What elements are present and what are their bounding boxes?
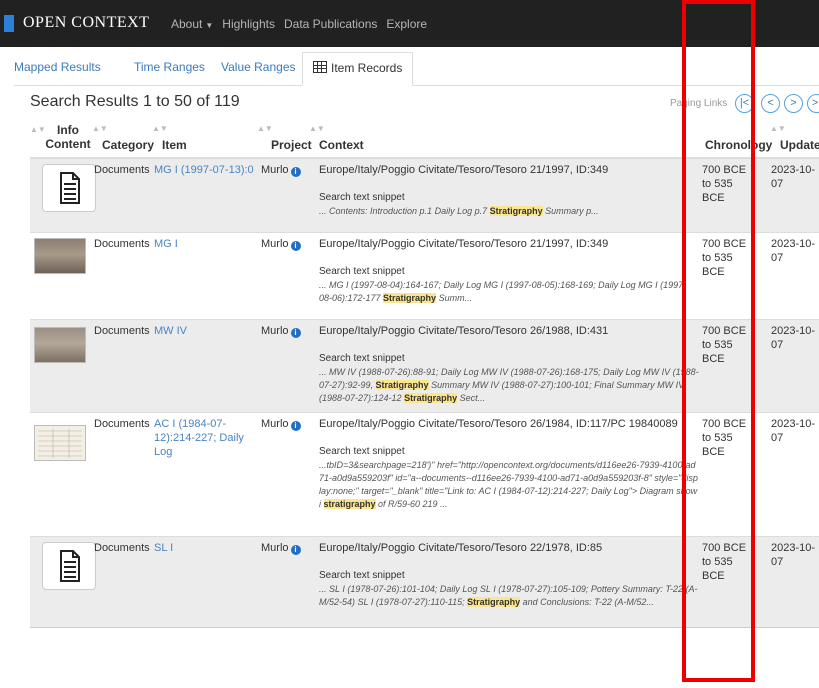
- info-icon[interactable]: i: [290, 167, 301, 177]
- context-cell: Europe/Italy/Poggio Civitate/Tesoro/Teso…: [319, 237, 699, 305]
- tab-item-records[interactable]: Item Records: [302, 52, 414, 86]
- snippet-label: Search text snippet: [319, 192, 405, 203]
- search-snippet: ...tbID=3&searchpage=218')" href="http:/…: [319, 459, 699, 511]
- snippet-text: Summ...: [436, 293, 473, 303]
- search-snippet: ... Contents: Introduction p.1 Daily Log…: [319, 205, 699, 218]
- context-cell: Europe/Italy/Poggio Civitate/Tesoro/Teso…: [319, 324, 699, 405]
- item-link[interactable]: MG I: [154, 237, 257, 251]
- search-snippet: ... SL I (1978-07-26):101-104; Daily Log…: [319, 583, 699, 609]
- project-name: Murlo: [261, 418, 289, 430]
- column-header-updated[interactable]: Updated: [780, 138, 819, 152]
- column-header-item[interactable]: Item: [162, 138, 187, 152]
- annotation-highlight-box: [682, 0, 755, 682]
- column-header-info-content[interactable]: Info Content: [38, 123, 98, 151]
- nav-highlights[interactable]: Highlights: [222, 17, 275, 31]
- project-name: Murlo: [261, 164, 289, 176]
- updated-cell: 2023-10-07: [771, 325, 816, 351]
- results-title: Search Results 1 to 50 of 119: [30, 93, 240, 110]
- document-photo[interactable]: [34, 238, 86, 274]
- next-page-button[interactable]: >: [784, 94, 803, 113]
- category-cell: Documents: [94, 325, 150, 337]
- nav-about-label: About: [171, 17, 203, 31]
- project-name: Murlo: [261, 325, 289, 337]
- updated-cell: 2023-10-07: [771, 164, 816, 190]
- column-header-context[interactable]: Context: [319, 138, 364, 152]
- updated-cell: 2023-10-07: [771, 238, 816, 264]
- snippet-label: Search text snippet: [319, 266, 405, 277]
- item-link[interactable]: SL I: [154, 541, 257, 555]
- search-snippet: ... MW IV (1988-07-26):88-91; Daily Log …: [319, 366, 699, 405]
- context-cell: Europe/Italy/Poggio Civitate/Tesoro/Teso…: [319, 417, 699, 511]
- tab-mapped-results[interactable]: Mapped Results: [14, 60, 101, 74]
- column-header-project[interactable]: Project: [271, 138, 312, 152]
- snippet-text: Sect...: [457, 393, 486, 403]
- snippet-text: ... MG I (1997-08-04):164-167; Daily Log…: [319, 280, 687, 303]
- tab-time-ranges[interactable]: Time Ranges: [134, 60, 205, 74]
- highlighted-term: Stratigraphy: [404, 393, 458, 403]
- search-snippet: ... MG I (1997-08-04):164-167; Daily Log…: [319, 279, 699, 305]
- highlighted-term: stratigraphy: [323, 499, 376, 509]
- project-cell[interactable]: Murlo i: [261, 324, 301, 338]
- document-photo[interactable]: [34, 327, 86, 363]
- category-cell: Documents: [94, 418, 150, 430]
- snippet-label: Search text snippet: [319, 446, 405, 457]
- highlighted-term: Stratigraphy: [489, 206, 543, 216]
- caret-down-icon: ▼: [205, 21, 214, 30]
- document-scan[interactable]: [34, 425, 86, 461]
- document-icon[interactable]: [42, 164, 96, 212]
- category-cell: Documents: [94, 238, 150, 250]
- info-icon[interactable]: i: [290, 545, 301, 555]
- project-cell[interactable]: Murlo i: [261, 541, 301, 555]
- nav-data-publications[interactable]: Data Publications: [284, 17, 377, 31]
- snippet-text: Summary p...: [542, 206, 599, 216]
- sort-icon[interactable]: ▲▼: [770, 124, 786, 133]
- project-cell[interactable]: Murlo i: [261, 237, 301, 251]
- info-icon[interactable]: i: [290, 241, 301, 251]
- highlighted-term: Stratigraphy: [467, 597, 521, 607]
- snippet-text: and Conclusions: T-22 (A-M/52...: [520, 597, 654, 607]
- snippet-label: Search text snippet: [319, 353, 405, 364]
- category-cell: Documents: [94, 542, 150, 554]
- highlighted-term: Stratigraphy: [375, 380, 429, 390]
- nav-explore[interactable]: Explore: [386, 17, 427, 31]
- item-link[interactable]: MG I (1997-07-13):0: [154, 163, 257, 177]
- tab-value-ranges[interactable]: Value Ranges: [221, 60, 296, 74]
- sort-icon[interactable]: ▲▼: [309, 124, 325, 133]
- tab-item-records-label: Item Records: [331, 61, 403, 75]
- nav-about[interactable]: About ▼: [171, 17, 213, 31]
- project-name: Murlo: [261, 542, 289, 554]
- context-path: Europe/Italy/Poggio Civitate/Tesoro/Teso…: [319, 418, 678, 430]
- site-logo[interactable]: OPEN CONTEXT: [4, 14, 149, 32]
- sort-icon[interactable]: ▲▼: [257, 124, 273, 133]
- project-cell[interactable]: Murlo i: [261, 163, 301, 177]
- sort-icon[interactable]: ▲▼: [92, 124, 108, 133]
- document-icon[interactable]: [42, 542, 96, 590]
- item-link[interactable]: MW IV: [154, 324, 257, 338]
- context-path: Europe/Italy/Poggio Civitate/Tesoro/Teso…: [319, 164, 609, 176]
- updated-cell: 2023-10-07: [771, 418, 816, 444]
- context-path: Europe/Italy/Poggio Civitate/Tesoro/Teso…: [319, 238, 609, 250]
- context-path: Europe/Italy/Poggio Civitate/Tesoro/Teso…: [319, 542, 603, 554]
- snippet-text: of R/59-60 219 ...: [375, 499, 448, 509]
- info-icon[interactable]: i: [290, 421, 301, 431]
- snippet-label: Search text snippet: [319, 570, 405, 581]
- logo-mark-icon: [4, 14, 14, 32]
- highlighted-term: Stratigraphy: [383, 293, 437, 303]
- context-cell: Europe/Italy/Poggio Civitate/Tesoro/Teso…: [319, 541, 699, 609]
- info-icon[interactable]: i: [290, 328, 301, 338]
- previous-page-button[interactable]: <: [761, 94, 780, 113]
- sort-icon[interactable]: ▲▼: [152, 124, 168, 133]
- column-header-category[interactable]: Category: [102, 138, 154, 152]
- item-link[interactable]: AC I (1984-07-12):214-227; Daily Log: [154, 417, 257, 459]
- context-cell: Europe/Italy/Poggio Civitate/Tesoro/Teso…: [319, 163, 699, 218]
- category-cell: Documents: [94, 164, 150, 176]
- snippet-text: ... Contents: Introduction p.1 Daily Log…: [319, 206, 490, 216]
- updated-cell: 2023-10-07: [771, 542, 816, 568]
- project-cell[interactable]: Murlo i: [261, 417, 301, 431]
- last-page-button[interactable]: >|: [807, 94, 819, 113]
- project-name: Murlo: [261, 238, 289, 250]
- brand-name: OPEN CONTEXT: [23, 14, 150, 31]
- table-grid-icon: [313, 61, 327, 73]
- context-path: Europe/Italy/Poggio Civitate/Tesoro/Teso…: [319, 325, 609, 337]
